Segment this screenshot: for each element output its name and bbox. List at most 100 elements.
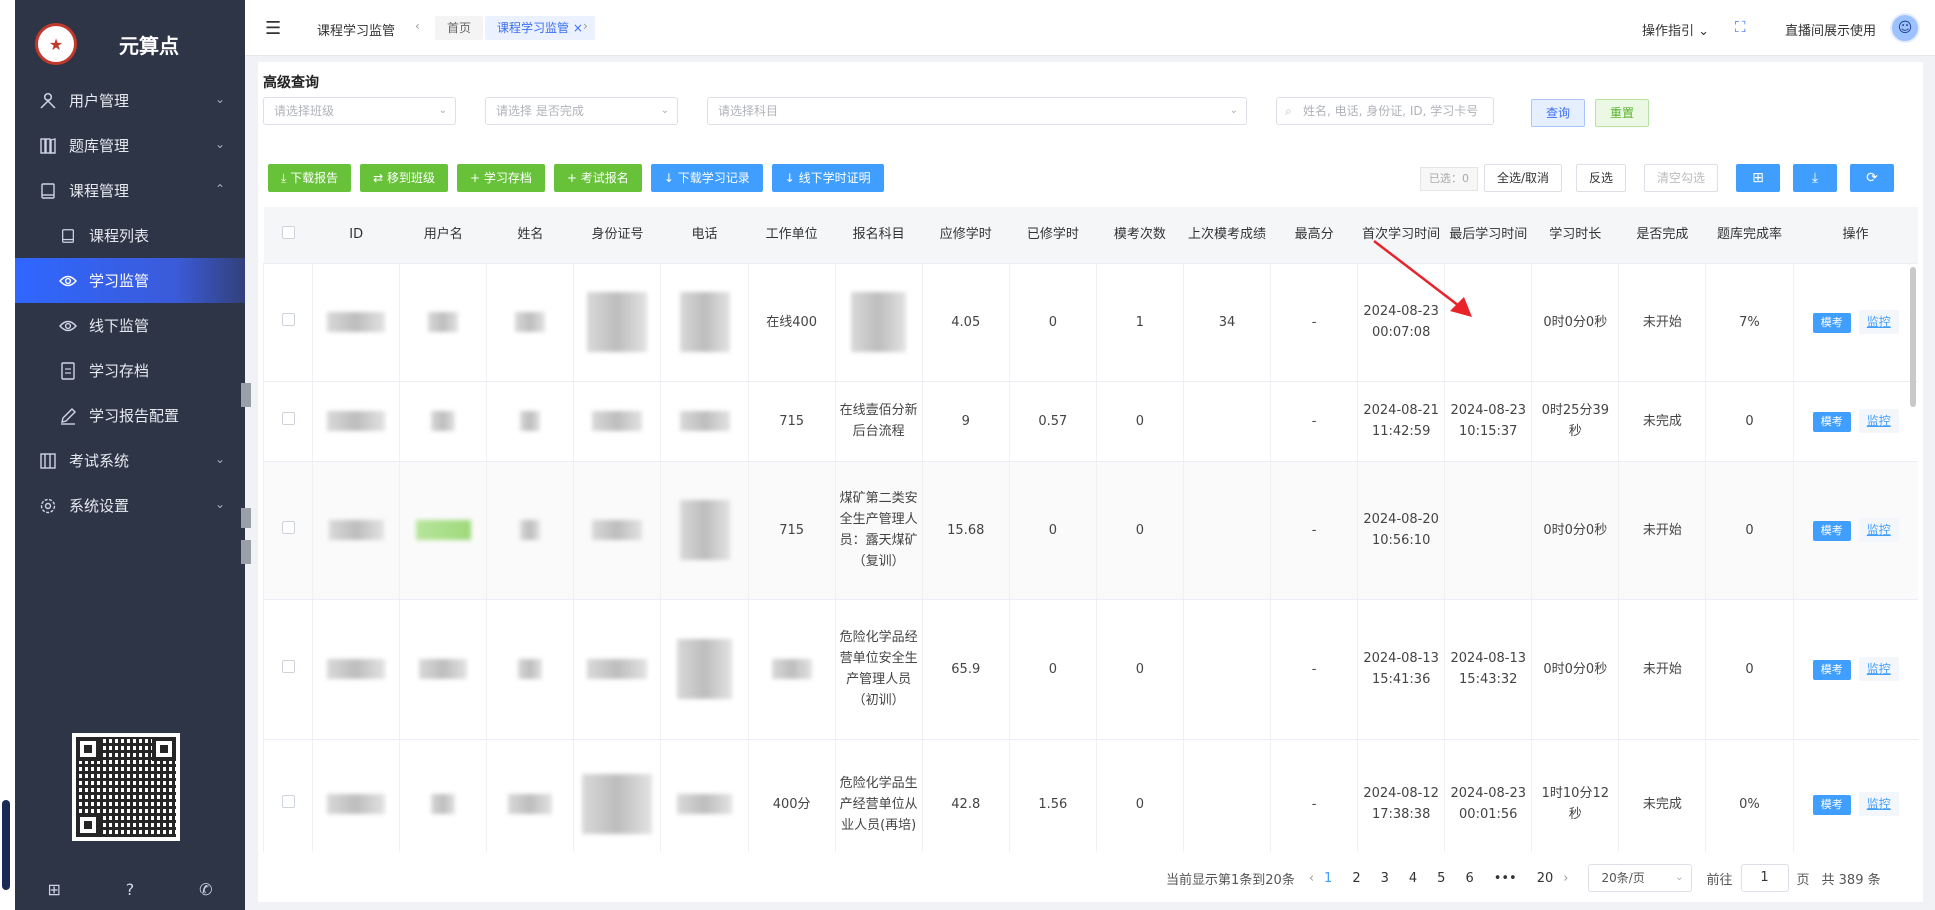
page-title: 课程学习监管 [317,24,396,39]
invert-selection-button[interactable]: 反选 [1576,164,1627,192]
subject-select-placeholder: 请选择科目 [718,104,779,118]
checkbox[interactable] [281,411,295,425]
page-number[interactable]: 6 [1465,871,1473,886]
table-row[interactable]: 400分 危险化学品生产经营单位从业人员(再培) 42.8 1.56 0 - 2… [263,739,1918,852]
page-number[interactable]: 20 [1537,871,1554,886]
checkbox[interactable] [281,520,295,534]
monitor-link[interactable]: 监控 [1858,792,1899,816]
sidebar-resize-handle[interactable] [241,540,251,564]
screen-icon[interactable]: ⊞ [47,880,60,899]
page-size-select[interactable]: 20条/页 ⌄ [1588,864,1693,892]
export-icon[interactable]: ⤓ [1793,164,1837,192]
sidebar-item-study-archive[interactable]: 学习存档 [15,348,245,393]
fullscreen-icon[interactable]: ⛶ [1735,18,1746,36]
page-number[interactable]: 5 [1437,871,1445,886]
download-records-button[interactable]: ↓ 下载学习记录 [650,164,763,192]
checkbox[interactable] [281,794,295,808]
mock-exam-button[interactable]: 模考 [1812,412,1851,432]
table-cell: - [1270,461,1358,600]
page-number[interactable]: 3 [1381,871,1389,886]
table-row[interactable]: 在线400 4.05 0 1 34 - 2024-08-23 00:07:08 … [263,263,1918,382]
sidebar-item-offline-monitor[interactable]: 线下监管 [15,303,245,348]
clear-selection-button[interactable]: 清空勾选 [1644,164,1719,192]
avatar[interactable]: ☺ [1890,13,1920,43]
offline-cert-button[interactable]: ↓ 线下学时证明 [771,164,884,192]
chevron-right-icon[interactable]: › [1563,871,1568,886]
archive-button[interactable]: + 学习存档 [457,164,545,192]
sidebar-item-course-list[interactable]: 课程列表 [15,213,245,258]
search-input[interactable]: ⌕ 姓名, 电话, 身份证, ID, 学习卡号 [1276,97,1494,125]
chevron-left-icon[interactable]: ‹ [415,19,420,33]
table-row[interactable]: 715 煤矿第二类安全生产管理人员：露天煤矿（复训） 15.68 0 0 - 2… [263,461,1918,600]
tab-home[interactable]: 首页 [435,16,484,40]
chevron-down-icon: ⌄ [660,105,669,116]
tab-current[interactable]: 课程学习监管 × [485,16,595,40]
move-class-button[interactable]: ⇄ 移到班级 [360,164,449,192]
book-icon [57,225,79,247]
page-number[interactable]: 1 [1324,871,1332,886]
mock-exam-button[interactable]: 模考 [1812,795,1851,815]
column-header: 应修学时 [922,207,1010,264]
grid-view-icon[interactable]: ⊞ [1736,164,1780,192]
brand-logo[interactable]: ★ 元算点 [35,14,179,74]
query-button[interactable]: 查询 [1531,99,1585,127]
redacted-id [328,520,384,540]
op-guide-dropdown[interactable]: 操作指引 ⌄ [1642,20,1709,39]
sidebar-item-system-settings[interactable]: 系统设置 ⌄ [15,483,245,528]
exam-signup-button[interactable]: + 考试报名 [553,164,642,192]
monitor-link[interactable]: 监控 [1858,409,1899,433]
sidebar-resize-handle[interactable] [241,383,251,407]
table-cell: 1.56 [1008,739,1097,852]
redacted-name [520,520,541,540]
class-select[interactable]: 请选择班级 ⌄ [263,97,456,125]
download-report-button[interactable]: ⤓ 下载报告 [268,164,352,192]
select-all-button[interactable]: 全选/取消 [1484,164,1563,192]
close-icon[interactable]: × [573,21,583,35]
redacted-id [327,411,386,431]
checkbox[interactable] [281,225,295,239]
redacted-id-card [592,520,643,540]
phone-icon[interactable]: ✆ [199,880,212,899]
subject-select[interactable]: 请选择科目 ⌄ [707,97,1247,125]
sidebar-item-report-config[interactable]: 学习报告配置 [15,393,245,438]
table-scrollbar[interactable] [1910,267,1916,407]
sidebar-item-users[interactable]: 用户管理 ⌄ [15,78,245,123]
redacted-phone [679,292,730,352]
header-checkbox[interactable] [263,207,313,264]
table-cell: - [1270,599,1358,740]
sidebar-item-study-monitor[interactable]: 学习监管 [15,258,245,303]
complete-select[interactable]: 请选择 是否完成 ⌄ [485,97,678,125]
sidebar-item-label: 题库管理 [69,137,130,155]
menu-toggle-icon[interactable]: ☰ [265,18,281,39]
goto-page-input[interactable]: 1 [1740,864,1789,892]
mock-exam-button[interactable]: 模考 [1812,313,1851,333]
table-row[interactable]: 危险化学品经营单位安全生产管理人员（初训） 65.9 0 0 - 2024-08… [263,599,1918,740]
refresh-icon[interactable]: ⟳ [1850,164,1894,192]
live-user-name[interactable]: 直播间展示使用 [1785,20,1876,39]
table-header-row: ID 用户名 姓名 身份证号 电话 工作单位 报名科目 应修学时 已修学时 模考… [263,207,1918,264]
reset-button[interactable]: 重置 [1595,99,1649,127]
checkbox[interactable] [281,312,295,326]
table-cell [1182,599,1271,740]
page-number[interactable]: 4 [1409,871,1417,886]
sidebar-item-exam-system[interactable]: 考试系统 ⌄ [15,438,245,483]
star-seal-icon: ★ [35,23,77,65]
edge-scroll-thumb[interactable] [2,800,10,890]
chevron-right-icon[interactable]: › [583,19,588,33]
chevron-left-icon[interactable]: ‹ [1309,871,1314,886]
more-pages-icon[interactable]: ••• [1494,871,1517,886]
sidebar-item-question-bank[interactable]: 题库管理 ⌄ [15,123,245,168]
table-row[interactable]: 715 在线壹佰分新后台流程 9 0.57 0 - 2024-08-21 11:… [263,381,1918,462]
sidebar-resize-handle[interactable] [241,508,251,528]
mock-exam-button[interactable]: 模考 [1812,660,1851,680]
offline-cert-label: 线下学时证明 [798,171,871,185]
page-number[interactable]: 2 [1352,871,1360,886]
mock-exam-button[interactable]: 模考 [1812,521,1851,541]
sidebar-item-course-management[interactable]: 课程管理 ⌃ [15,168,245,213]
monitor-link[interactable]: 监控 [1858,310,1899,334]
monitor-link[interactable]: 监控 [1858,518,1899,542]
checkbox[interactable] [281,659,295,673]
monitor-link[interactable]: 监控 [1858,657,1899,681]
help-icon[interactable]: ? [126,880,135,899]
table-cell: 煤矿第二类安全生产管理人员：露天煤矿（复训） [834,461,923,600]
